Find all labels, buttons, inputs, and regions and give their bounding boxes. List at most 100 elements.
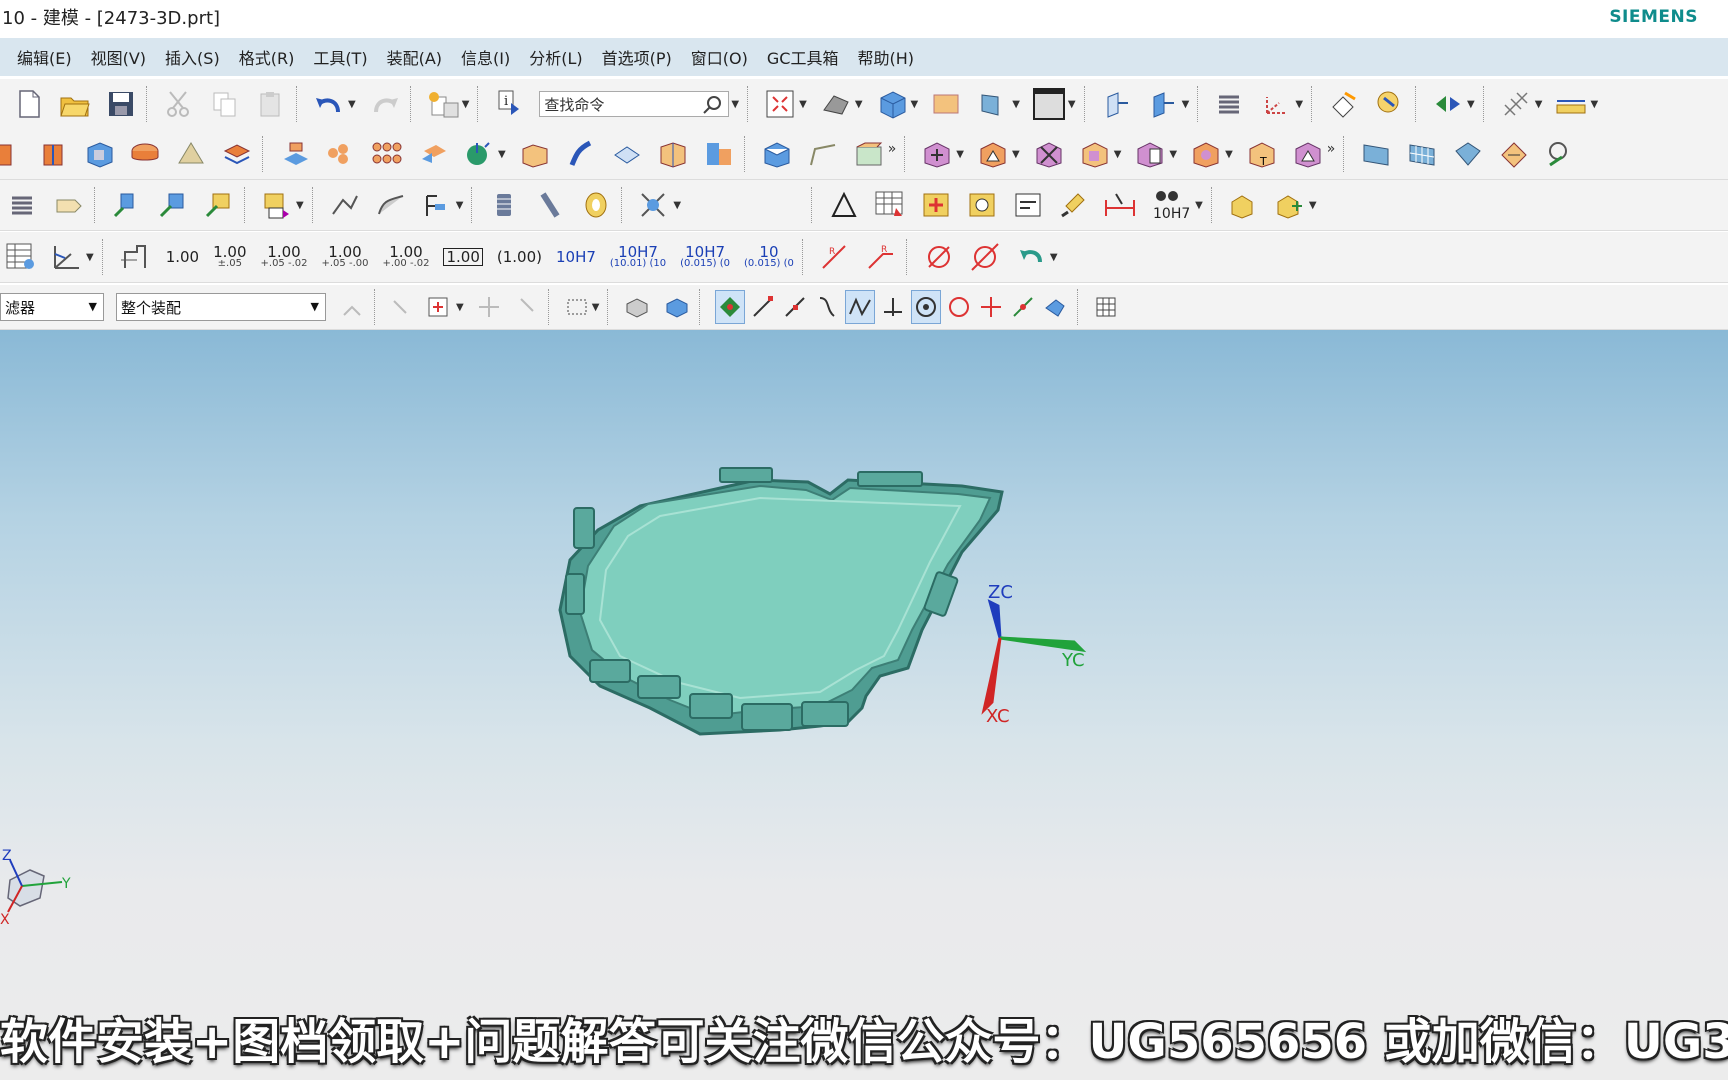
snap-settings-icon[interactable] xyxy=(1041,290,1069,324)
midpoint-snap-icon[interactable] xyxy=(781,290,809,324)
menu-gc-toolbox[interactable]: GC工具箱 xyxy=(767,45,839,69)
synchronous-move-icon[interactable] xyxy=(920,137,954,171)
revolve-icon[interactable] xyxy=(36,137,70,171)
layer-icon[interactable] xyxy=(976,87,1010,121)
measure-dropdown-icon[interactable]: ▼ xyxy=(1590,99,1598,110)
control-point-snap-icon[interactable] xyxy=(813,290,841,324)
tolerance-format-2[interactable]: 1.00 ±.05 xyxy=(213,245,246,269)
type-filter-select[interactable]: 滤器 ▼ xyxy=(0,293,104,321)
delete-face-icon[interactable] xyxy=(1032,137,1066,171)
menu-format[interactable]: 格式(R) xyxy=(239,45,295,69)
tolerance-format-5[interactable]: 1.00 +.00 -.02 xyxy=(382,245,429,269)
reset-filter-icon[interactable] xyxy=(338,290,366,324)
select-feature-icon[interactable] xyxy=(663,290,691,324)
fit-format-10[interactable]: 10H7 (0.015) (0 xyxy=(680,245,730,269)
existing-point-icon[interactable] xyxy=(977,290,1005,324)
label-icon[interactable] xyxy=(52,188,86,222)
section-line-icon[interactable] xyxy=(202,188,236,222)
open-folder-icon[interactable] xyxy=(58,87,92,121)
move-dropdown-icon[interactable]: ▼ xyxy=(1467,99,1475,110)
note-dropdown-icon[interactable]: ▼ xyxy=(296,200,304,211)
spring-icon[interactable] xyxy=(487,188,521,222)
shaded-edges-icon[interactable] xyxy=(819,87,853,121)
block-icon[interactable] xyxy=(82,137,116,171)
sheet-icon[interactable] xyxy=(806,137,840,171)
wcs-icon[interactable] xyxy=(1259,87,1293,121)
blend-icon[interactable] xyxy=(564,137,598,171)
pmi-grid-icon[interactable] xyxy=(4,240,38,274)
clip-section-icon[interactable] xyxy=(1146,87,1180,121)
group-face-dropdown-icon[interactable]: ▼ xyxy=(1169,149,1177,160)
menu-view[interactable]: 视图(V) xyxy=(91,45,146,69)
menu-assembly[interactable]: 装配(A) xyxy=(387,45,442,69)
surface-through-curves-icon[interactable] xyxy=(1359,137,1393,171)
command-finder-icon[interactable] xyxy=(426,87,460,121)
n-sided-surface-icon[interactable] xyxy=(1497,137,1531,171)
menu-analysis[interactable]: 分析(L) xyxy=(529,45,582,69)
diameter-leader-icon[interactable]: R xyxy=(864,240,898,274)
reference-dimension-format[interactable]: (1.00) xyxy=(497,250,542,265)
dimension-dropdown-icon[interactable]: ▼ xyxy=(1050,252,1058,263)
sew-icon[interactable] xyxy=(1543,137,1577,171)
menu-insert[interactable]: 插入(S) xyxy=(165,45,220,69)
intent-dropdown-icon[interactable]: ▼ xyxy=(456,302,464,313)
hide-dropdown-icon[interactable]: ▼ xyxy=(673,200,681,211)
note-icon[interactable] xyxy=(260,188,294,222)
search-icon[interactable] xyxy=(702,95,722,119)
menu-edit[interactable]: 编辑(E) xyxy=(17,45,72,69)
fit-view-icon[interactable] xyxy=(763,87,797,121)
studio-surface-icon[interactable] xyxy=(1451,137,1485,171)
window-display-icon[interactable] xyxy=(1032,87,1066,121)
bearing-icon[interactable] xyxy=(579,188,613,222)
offset-region-icon[interactable] xyxy=(1291,137,1325,171)
drawing-sheet-icon[interactable] xyxy=(6,188,40,222)
scope-filter-select[interactable]: 整个装配 ▼ xyxy=(116,293,326,321)
coordinate-dimension-icon[interactable] xyxy=(50,240,84,274)
fit-format-11[interactable]: 10 (0.015) (0 xyxy=(744,245,794,269)
section-dropdown-icon[interactable]: ▼ xyxy=(1182,99,1190,110)
through-mesh-icon[interactable] xyxy=(1405,137,1439,171)
fit-format-8[interactable]: 10H7 xyxy=(556,250,596,265)
pull-face-icon[interactable] xyxy=(976,137,1010,171)
point-on-curve-icon[interactable] xyxy=(911,290,942,324)
point-on-face-icon[interactable] xyxy=(1009,290,1037,324)
rect-dropdown-icon[interactable]: ▼ xyxy=(592,302,600,313)
menu-information[interactable]: 信息(I) xyxy=(461,45,510,69)
offset-face-icon[interactable] xyxy=(760,137,794,171)
sync-dropdown-icon[interactable]: ▼ xyxy=(956,149,964,160)
more-sync-icon[interactable]: » xyxy=(1327,141,1336,157)
replace-dropdown-icon[interactable]: ▼ xyxy=(1225,149,1233,160)
unite-icon[interactable] xyxy=(416,137,450,171)
arc-center-snap-icon[interactable] xyxy=(879,290,907,324)
part-model[interactable] xyxy=(558,467,1004,736)
cone-icon[interactable] xyxy=(174,137,208,171)
nominal-format-1[interactable]: 1.00 xyxy=(166,250,199,265)
hole-icon[interactable] xyxy=(278,137,312,171)
group-face-icon[interactable] xyxy=(1133,137,1167,171)
draft-icon[interactable] xyxy=(656,137,690,171)
graphics-viewport[interactable]: ZC YC XC Z Y X xyxy=(0,330,1728,1080)
select-body-icon[interactable] xyxy=(623,290,651,324)
coord-dropdown-icon[interactable]: ▼ xyxy=(86,252,94,263)
undo-dimension-icon[interactable] xyxy=(1014,240,1048,274)
view-dropdown-icon[interactable]: ▼ xyxy=(799,99,807,110)
grid-icon[interactable] xyxy=(1499,87,1533,121)
boss-icon[interactable] xyxy=(324,137,358,171)
datum-dropdown-icon[interactable]: ▼ xyxy=(498,149,506,160)
tolerance-format-3[interactable]: 1.00 +.05 -.02 xyxy=(261,245,308,269)
undo-icon[interactable] xyxy=(312,87,346,121)
undo-dropdown-icon[interactable]: ▼ xyxy=(348,99,356,110)
assembly-component-icon[interactable] xyxy=(1227,188,1261,222)
intersection-snap-icon[interactable] xyxy=(845,290,876,324)
parts-list-icon[interactable] xyxy=(1011,188,1045,222)
cylinder-icon[interactable] xyxy=(128,137,162,171)
snap-enable-icon[interactable] xyxy=(715,290,746,324)
section-view-icon[interactable] xyxy=(1100,87,1134,121)
triangle-icon[interactable] xyxy=(827,188,861,222)
move-object-icon[interactable] xyxy=(1431,87,1465,121)
menu-window[interactable]: 窗口(O) xyxy=(691,45,748,69)
render-dropdown-icon[interactable]: ▼ xyxy=(855,99,863,110)
extrude-icon[interactable] xyxy=(0,137,24,171)
chamfer-icon[interactable] xyxy=(610,137,644,171)
menu-help[interactable]: 帮助(H) xyxy=(857,45,914,69)
